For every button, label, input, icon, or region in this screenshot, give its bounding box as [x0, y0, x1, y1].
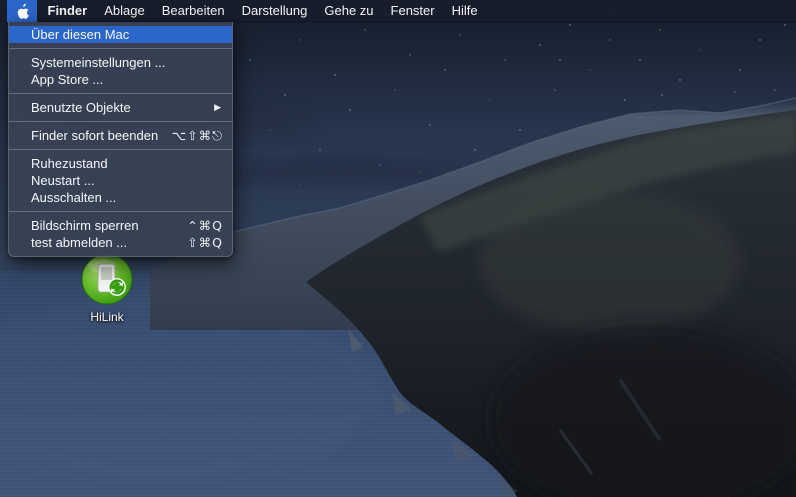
menu-separator — [9, 48, 232, 49]
menu-separator — [9, 93, 232, 94]
menubar-item-ablage[interactable]: Ablage — [96, 0, 153, 22]
menu-item-finder-sofort-beenden[interactable]: Finder sofort beenden ⌥⇧⌘⎋ — [9, 127, 232, 144]
menu-separator — [9, 211, 232, 212]
menu-item-label: Finder sofort beenden — [31, 128, 158, 143]
menubar-item-gehe-zu[interactable]: Gehe zu — [316, 0, 382, 22]
menubar-item-bearbeiten[interactable]: Bearbeiten — [153, 0, 233, 22]
hilink-icon — [80, 252, 134, 306]
menu-item-uber-diesen-mac[interactable]: Über diesen Mac — [9, 26, 232, 43]
menubar-items: FinderAblageBearbeitenDarstellungGehe zu… — [39, 0, 486, 22]
menu-item-shortcut: ⇧⌘Q — [187, 235, 223, 250]
menubar-item-fenster[interactable]: Fenster — [382, 0, 443, 22]
menubar-item-finder[interactable]: Finder — [39, 0, 96, 22]
apple-menu-button[interactable] — [7, 0, 37, 22]
menu-item-label: Benutzte Objekte — [31, 100, 131, 115]
menu-item-label: Ruhezustand — [31, 156, 108, 171]
menu-item-systemeinstellungen[interactable]: Systemeinstellungen ... — [9, 54, 232, 71]
menu-bar: FinderAblageBearbeitenDarstellungGehe zu… — [0, 0, 796, 22]
menu-separator — [9, 121, 232, 122]
desktop-icon-label: HiLink — [90, 310, 123, 324]
menu-separator — [9, 149, 232, 150]
menu-item-ruhezustand[interactable]: Ruhezustand — [9, 155, 232, 172]
menubar-item-hilfe[interactable]: Hilfe — [443, 0, 486, 22]
menu-item-shortcut: ⌃⌘Q — [187, 218, 223, 233]
desktop: FinderAblageBearbeitenDarstellungGehe zu… — [0, 0, 796, 497]
menu-item-label: Über diesen Mac — [31, 27, 129, 42]
submenu-arrow-icon: ▶ — [214, 102, 221, 113]
menu-item-label: Neustart ... — [31, 173, 95, 188]
menu-item-benutzte-objekte[interactable]: Benutzte Objekte ▶ — [9, 99, 232, 116]
menubar-item-darstellung[interactable]: Darstellung — [233, 0, 316, 22]
menu-item-shortcut: ⌥⇧⌘⎋ — [172, 128, 223, 144]
menu-item-bildschirm-sperren[interactable]: Bildschirm sperren ⌃⌘Q — [9, 217, 232, 234]
menu-item-label: test abmelden ... — [31, 235, 127, 250]
menu-item-test-abmelden[interactable]: test abmelden ... ⇧⌘Q — [9, 234, 232, 251]
menu-item-ausschalten[interactable]: Ausschalten ... — [9, 189, 232, 206]
menu-item-app-store[interactable]: App Store ... — [9, 71, 232, 88]
menu-item-neustart[interactable]: Neustart ... — [9, 172, 232, 189]
apple-icon — [16, 3, 29, 19]
menu-item-label: Systemeinstellungen ... — [31, 55, 165, 70]
menu-item-label: Bildschirm sperren — [31, 218, 139, 233]
apple-menu-dropdown: Über diesen Mac Systemeinstellungen ... Ap… — [8, 22, 233, 257]
desktop-icon-hilink[interactable]: HiLink — [61, 252, 153, 324]
menu-item-label: Ausschalten ... — [31, 190, 116, 205]
menu-item-label: App Store ... — [31, 72, 103, 87]
